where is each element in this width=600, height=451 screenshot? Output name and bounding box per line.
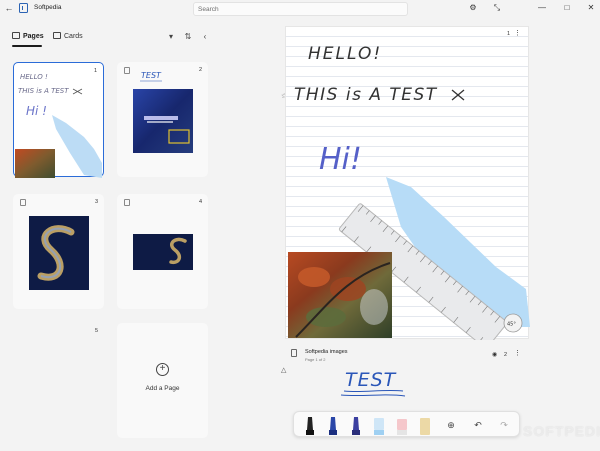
- sort-icon[interactable]: ⇅: [182, 31, 194, 43]
- more-options-icon[interactable]: ⋮: [514, 349, 521, 357]
- ruler-angle: 45°: [507, 322, 516, 328]
- page-thumbnail-1[interactable]: 1 HELLO ! THIS is A TEST Hi !: [13, 62, 104, 178]
- ink-line-1: HELLO!: [308, 44, 382, 64]
- thumbnail-number: 5: [94, 328, 98, 334]
- back-arrow-icon[interactable]: ←: [3, 2, 15, 14]
- tab-cards[interactable]: Cards: [53, 31, 83, 43]
- tab-pages-label: Pages: [23, 33, 44, 40]
- page-thumbnail-4[interactable]: 4: [117, 194, 208, 309]
- photo-group-title: Softpedia images: [305, 349, 348, 355]
- tab-pages[interactable]: Pages: [12, 31, 44, 43]
- black-pen-tool[interactable]: [302, 415, 318, 435]
- minimize-icon[interactable]: —: [536, 2, 548, 14]
- page-thumbnail-5[interactable]: 5: [13, 323, 104, 438]
- page-thumbnail-3[interactable]: 3: [13, 194, 104, 309]
- document-icon: [291, 349, 297, 357]
- tab-active-indicator: [12, 45, 42, 47]
- note-page[interactable]: 1 ⋮ HELLO! THIS is A TEST Hi! 45°: [285, 26, 530, 340]
- redo-icon[interactable]: ↷: [497, 418, 511, 432]
- note-canvas[interactable]: ☆ 1 ⋮ HELLO! THIS is A TEST Hi!: [213, 18, 600, 451]
- ink-toolbar: ⊕ ↶ ↷: [293, 411, 520, 437]
- close-icon[interactable]: ✕: [585, 2, 597, 14]
- watermark: SOFTPEDIA: [523, 423, 600, 439]
- undo-icon[interactable]: ↶: [471, 418, 485, 432]
- add-page-button[interactable]: + Add a Page: [117, 323, 208, 438]
- page-ink: HELLO! THIS is A TEST Hi! 45°: [288, 44, 530, 340]
- plus-circle-icon: +: [156, 363, 169, 376]
- blue-pen-tool[interactable]: [325, 415, 341, 435]
- filter-icon[interactable]: ▾: [165, 31, 177, 43]
- svg-text:TEST: TEST: [141, 71, 162, 80]
- tab-cards-label: Cards: [64, 33, 83, 40]
- svg-text:HELLO !: HELLO !: [20, 73, 48, 81]
- collapse-panel-icon[interactable]: ‹: [199, 31, 211, 43]
- maximize-icon[interactable]: □: [561, 2, 573, 14]
- app-logo-icon: [19, 3, 28, 13]
- pages-icon: [12, 32, 20, 39]
- search-placeholder: Search: [198, 5, 219, 13]
- thumbnail-1-preview: HELLO ! THIS is A TEST Hi !: [15, 73, 102, 178]
- eye-icon[interactable]: ◉: [492, 351, 497, 358]
- svg-text:THIS is A TEST: THIS is A TEST: [18, 87, 69, 95]
- svg-text:△: △: [281, 366, 287, 374]
- ruler-tool[interactable]: [417, 415, 433, 435]
- thumbnail-3-preview: [29, 216, 89, 290]
- navy-pen-tool[interactable]: [348, 415, 364, 435]
- pages-panel: Pages Cards ▾ ⇅ ‹ 1 HELLO ! THIS is A TE…: [0, 18, 213, 451]
- highlighter-tool[interactable]: [371, 415, 387, 435]
- expand-icon[interactable]: ⤡: [491, 2, 503, 14]
- gear-icon[interactable]: ⚙: [467, 2, 479, 14]
- svg-text:Hi !: Hi !: [26, 104, 47, 118]
- cards-icon: [53, 32, 61, 39]
- window-title: Softpedia: [34, 4, 62, 11]
- add-circle-icon[interactable]: ⊕: [444, 418, 458, 432]
- page-thumbnail-2[interactable]: 2 TEST: [117, 62, 208, 177]
- next-page-handwriting: TEST: [345, 369, 397, 391]
- add-page-label: Add a Page: [145, 385, 180, 392]
- thumbnail-4-preview: [133, 234, 193, 270]
- eraser-tool[interactable]: [394, 415, 410, 435]
- thumbnail-2-preview: TEST: [133, 71, 193, 153]
- ink-line-3: Hi!: [319, 142, 362, 177]
- search-input[interactable]: Search: [193, 2, 408, 16]
- title-bar: ← Softpedia Search ⚙ ⤡ — □ ✕: [0, 0, 600, 18]
- photo-group-subtitle: Page 1 of 2: [305, 357, 326, 362]
- ink-line-2: THIS is A TEST: [294, 85, 438, 105]
- photo-count: 2: [504, 352, 508, 358]
